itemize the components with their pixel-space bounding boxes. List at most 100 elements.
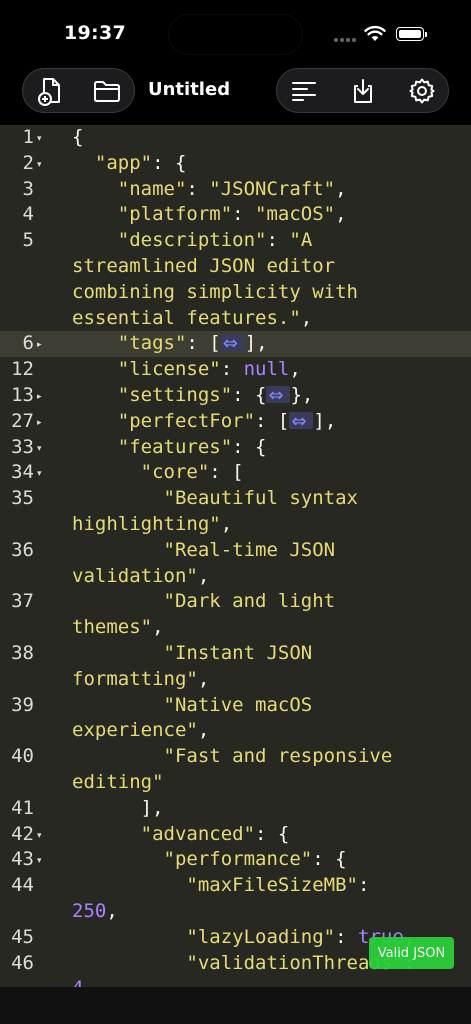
- code-line[interactable]: 5 "description": "A: [0, 228, 471, 254]
- line-number: 37: [11, 590, 34, 613]
- code-line[interactable]: essential features.",: [0, 306, 471, 332]
- code-line[interactable]: 42 ▾ "advanced": {: [0, 822, 471, 848]
- save-button[interactable]: [338, 69, 388, 112]
- code-text: experience",: [72, 719, 210, 742]
- code-line[interactable]: 13▸ "settings": {},: [0, 383, 471, 409]
- line-number: 34: [11, 461, 34, 484]
- dynamic-island: [169, 15, 302, 54]
- gear-icon: [409, 78, 435, 103]
- line-number: 3: [22, 177, 34, 200]
- code-text: "app": {: [94, 151, 187, 174]
- code-text: "settings": {},: [0, 383, 471, 409]
- toolbar: Untitled: [0, 62, 471, 125]
- settings-button[interactable]: [397, 69, 447, 112]
- fold-expanded-icon[interactable]: ▾: [37, 857, 42, 866]
- code-line[interactable]: 39 "Native macOS: [0, 693, 471, 719]
- status-time: 19:37: [64, 22, 126, 44]
- code-line[interactable]: 43 ▾ "performance": {: [0, 847, 471, 873]
- line-number: 4: [22, 203, 34, 226]
- code-text: formatting",: [72, 667, 210, 690]
- code-line[interactable]: 38 "Instant JSON: [0, 641, 471, 667]
- code-line[interactable]: 4 "platform": "macOS",: [0, 202, 471, 228]
- code-text: themes",: [72, 616, 164, 639]
- fold-collapsed-icon[interactable]: ▸: [37, 392, 42, 402]
- code-text: "performance": {: [163, 848, 347, 871]
- code-text: ],: [140, 796, 164, 819]
- code-line[interactable]: validation",: [0, 564, 471, 590]
- open-folder-button[interactable]: [82, 69, 132, 112]
- line-number: 33: [11, 435, 34, 458]
- code-line[interactable]: themes",: [0, 615, 471, 641]
- line-number: 1: [22, 126, 34, 148]
- code-line[interactable]: 35 "Beautiful syntax: [0, 486, 471, 512]
- collapsed-block-icon[interactable]: [266, 383, 291, 409]
- code-text: {: [72, 126, 84, 148]
- fold-collapsed-icon[interactable]: ▸: [37, 341, 42, 350]
- file-actions-group: [22, 68, 135, 113]
- line-number: 41: [11, 796, 34, 819]
- code-line[interactable]: 44 "maxFileSizeMB":: [0, 873, 471, 899]
- code-line[interactable]: 36 "Real-time JSON: [0, 538, 471, 564]
- code-text: editing": [72, 770, 164, 793]
- code-text: "license": null,: [117, 358, 301, 381]
- code-line[interactable]: experience",: [0, 718, 471, 744]
- code-line[interactable]: 33 ▾ "features": {: [0, 435, 471, 461]
- wifi-icon: [364, 25, 386, 41]
- fold-expanded-icon[interactable]: ▾: [37, 160, 42, 170]
- editor-actions-group: [276, 68, 449, 113]
- line-number: 35: [11, 487, 34, 510]
- collapsed-block-icon[interactable]: [220, 331, 245, 357]
- code-line[interactable]: 41 ],: [0, 796, 471, 822]
- fold-expanded-icon[interactable]: ▾: [37, 135, 42, 144]
- code-text: "Dark and light: [163, 590, 336, 613]
- code-line[interactable]: 34 ▾ "core": [: [0, 460, 471, 486]
- fold-expanded-icon[interactable]: ▾: [37, 470, 42, 479]
- code-line[interactable]: 250,: [0, 899, 471, 925]
- json-editor[interactable]: 1 ▾{2 ▾ "app": {3 "name": "JSONCraft", 4 "p…: [0, 125, 471, 987]
- collapsed-block-icon[interactable]: [289, 409, 314, 435]
- code-text: "Native macOS: [163, 693, 313, 716]
- code-line[interactable]: highlighting",: [0, 512, 471, 538]
- line-number: 40: [11, 745, 34, 768]
- validation-badge: Valid JSON: [369, 937, 454, 969]
- code-line[interactable]: 3 "name": "JSONCraft",: [0, 177, 471, 203]
- line-number: 27: [11, 409, 34, 432]
- fold-expanded-icon[interactable]: ▾: [37, 831, 42, 841]
- code-text: essential features.",: [72, 306, 313, 329]
- code-line[interactable]: streamlined JSON editor: [0, 254, 471, 280]
- code-text: "perfectFor": [],: [0, 409, 471, 435]
- code-text: highlighting",: [72, 512, 233, 535]
- code-line[interactable]: 27▸ "perfectFor": [],: [0, 409, 471, 435]
- code-line[interactable]: 40 "Fast and responsive: [0, 744, 471, 770]
- code-line[interactable]: 12 "license": null,: [0, 357, 471, 383]
- code-line[interactable]: combining simplicity with: [0, 280, 471, 306]
- line-number: 2: [22, 151, 34, 174]
- new-file-icon: [38, 77, 60, 106]
- code-line[interactable]: editing": [0, 770, 471, 796]
- code-text: "tags": [],: [0, 331, 471, 357]
- battery-icon: [396, 27, 427, 41]
- line-number: 36: [11, 538, 34, 561]
- code-text: "Instant JSON: [163, 641, 313, 664]
- code-line[interactable]: 2 ▾ "app": {: [0, 151, 471, 177]
- code-text: "Beautiful syntax: [163, 487, 358, 510]
- line-number: 45: [11, 925, 34, 948]
- code-text: "maxFileSizeMB":: [186, 874, 370, 897]
- line-number: 5: [22, 229, 34, 252]
- code-text: "advanced": {: [140, 822, 290, 845]
- line-number: 6: [22, 332, 34, 355]
- code-text: "name": "JSONCraft",: [117, 177, 347, 200]
- code-line[interactable]: formatting",: [0, 667, 471, 693]
- code-line[interactable]: 4,: [0, 976, 471, 987]
- line-number: 12: [11, 358, 34, 381]
- fold-collapsed-icon[interactable]: ▸: [37, 418, 42, 428]
- new-file-button[interactable]: [26, 69, 76, 112]
- code-line[interactable]: 37 "Dark and light: [0, 589, 471, 615]
- format-button[interactable]: [279, 69, 329, 112]
- line-number: 39: [11, 693, 34, 716]
- folder-icon: [94, 80, 120, 102]
- code-lines: 1 ▾{2 ▾ "app": {3 "name": "JSONCraft", 4 "p…: [0, 125, 471, 987]
- code-line[interactable]: 6▸ "tags": [],: [0, 331, 471, 357]
- code-line[interactable]: 1 ▾ {: [0, 125, 471, 151]
- fold-expanded-icon[interactable]: ▾: [37, 444, 42, 454]
